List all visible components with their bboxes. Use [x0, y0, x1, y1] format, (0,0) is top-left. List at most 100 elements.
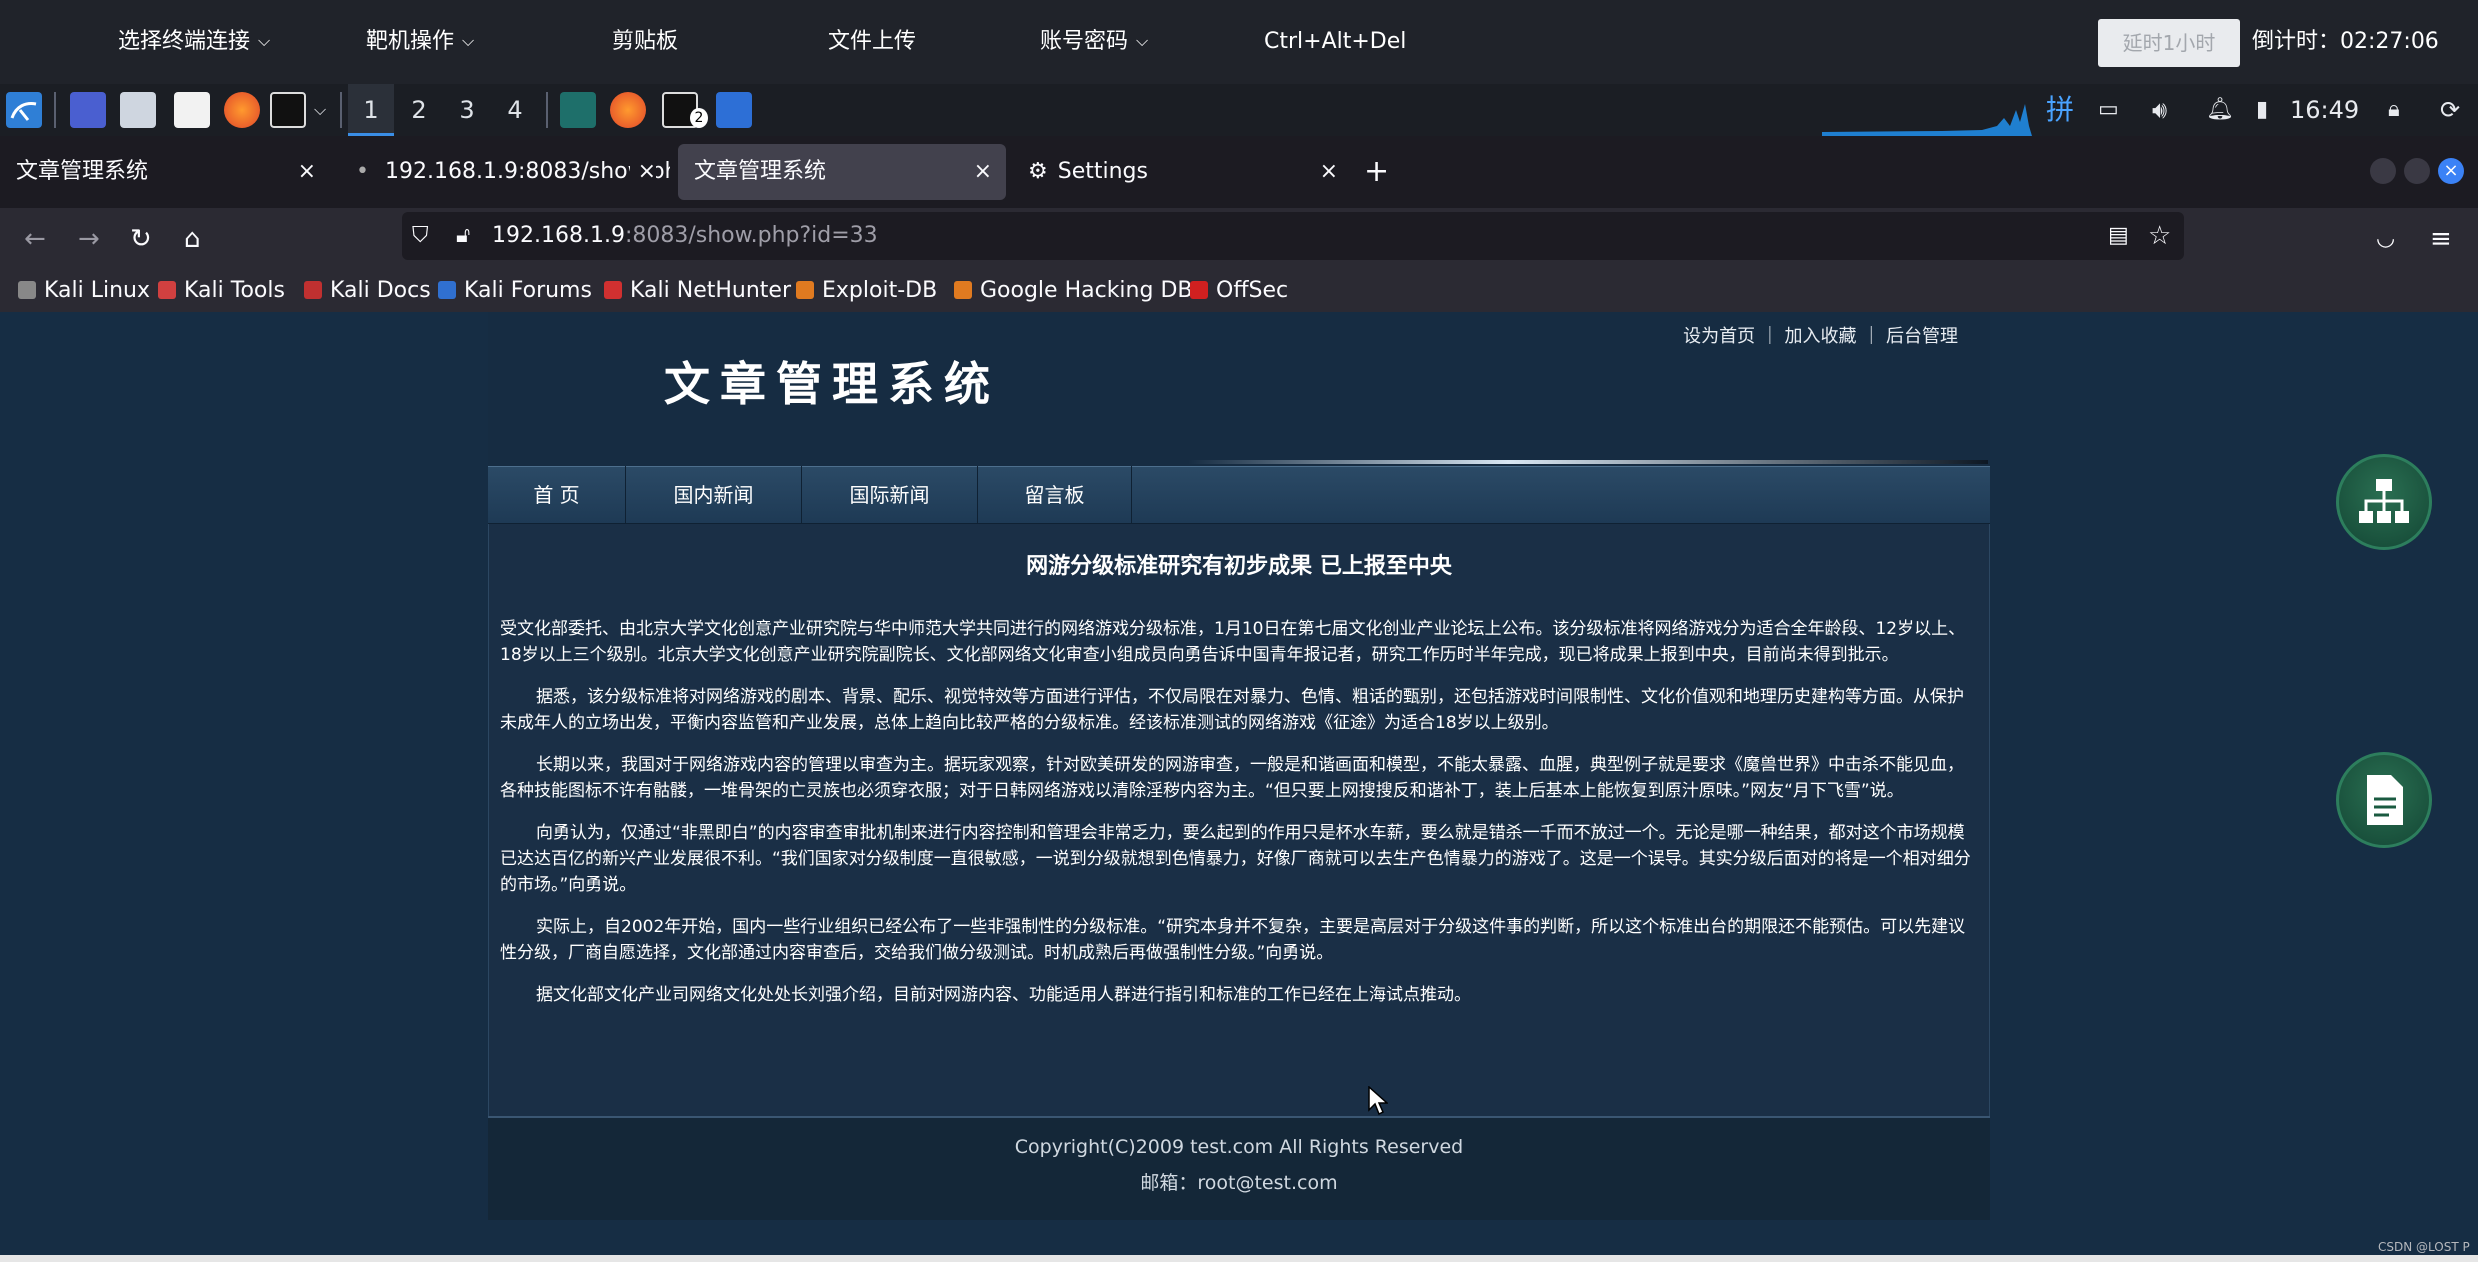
workspace-4[interactable]: 4 — [492, 84, 538, 136]
document-icon — [2367, 775, 2403, 825]
article-paragraph: 受文化部委托、由北京大学文化创意产业研究院与华中师范大学共同进行的网络游戏分级标… — [500, 619, 1966, 665]
article-paragraph: 向勇认为，仅通过“非黑即白”的内容审查审批机制来进行内容控制和管理会非常乏力，要… — [500, 823, 1971, 895]
chevron-down-icon: ⌵ — [462, 31, 475, 50]
bookmark-kali-docs[interactable]: Kali Docs — [304, 270, 431, 312]
bookmark-kali-forums[interactable]: Kali Forums — [438, 270, 592, 312]
bookmark-star-icon[interactable]: ☆ — [2148, 212, 2171, 260]
kali-menu-icon[interactable] — [6, 92, 42, 128]
volume-icon[interactable]: 🔊︎ — [2152, 84, 2167, 136]
kali-forums-icon — [438, 281, 456, 299]
document-button[interactable] — [2336, 752, 2432, 848]
bookmark-label: Google Hacking DB — [980, 278, 1193, 303]
battery-icon: ▮ — [2256, 97, 2269, 122]
terminal-icon[interactable] — [270, 92, 306, 128]
bookmark-label: Exploit-DB — [822, 278, 938, 303]
article-paragraph: 长期以来，我国对于网络游戏内容的管理以审查为主。据玩家观察，针对欧美研发的网游审… — [500, 755, 1964, 801]
chevron-down-icon: ⌵ — [258, 31, 271, 50]
display-icon[interactable]: ▭ — [2098, 84, 2119, 136]
menu-domestic-news[interactable]: 国内新闻 — [626, 466, 802, 524]
chevron-down-icon[interactable]: ⌵ — [314, 84, 326, 136]
bookmark-label: Kali Forums — [464, 278, 592, 303]
home-icon[interactable]: ⌂ — [184, 208, 201, 270]
tab-show-php[interactable]: • 192.168.1.9:8083/show.php × — [340, 144, 670, 200]
bookmark-kali-tools[interactable]: Kali Tools — [158, 270, 285, 312]
tab-article-system-active[interactable]: 文章管理系统 × — [678, 144, 1006, 200]
clipboard-button[interactable]: 剪贴板 — [612, 0, 678, 84]
tab-title: 文章管理系统 — [694, 159, 827, 184]
workspace-2[interactable]: 2 — [396, 84, 442, 136]
firefox-window-icon[interactable] — [610, 92, 646, 128]
site-footer: Copyright(C)2009 test.com All Rights Res… — [488, 1116, 1990, 1220]
forward-arrow-icon[interactable]: → — [78, 208, 100, 270]
article-paragraph: 据文化部文化产业司网络文化处处长刘强介绍，目前对网游内容、功能适用人群进行指引和… — [536, 985, 1471, 1005]
bookmark-kali-linux[interactable]: Kali Linux — [18, 270, 150, 312]
window-close-button[interactable]: × — [2438, 158, 2464, 184]
tab-article-system-1[interactable]: 文章管理系统 × — [0, 144, 330, 200]
url-bar[interactable]: 192.168.1.9:8083/show.php?id=33 — [402, 212, 2184, 260]
text-editor-icon[interactable] — [174, 92, 210, 128]
target-ops-menu[interactable]: 靶机操作 ⌵ — [366, 0, 474, 84]
reader-view-icon[interactable]: ▤ — [2108, 212, 2129, 260]
file-upload-button[interactable]: 文件上传 — [828, 0, 916, 84]
footer-copyright: Copyright(C)2009 test.com All Rights Res… — [1014, 1136, 1464, 1158]
power-icon[interactable]: ⟳ — [2440, 84, 2460, 136]
top-links[interactable]: 设为首页 ｜ 加入收藏 ｜ 后台管理 — [1683, 322, 1958, 348]
bookmark-kali-nethunter[interactable]: Kali NetHunter — [604, 270, 791, 312]
footer-email: 邮箱：root@test.com — [1140, 1172, 1338, 1194]
taskbar-separator — [340, 92, 342, 128]
lock-insecure-icon[interactable]: 🔓︎ — [456, 212, 470, 260]
app-icon[interactable] — [560, 92, 596, 128]
ctrl-alt-del-button[interactable]: Ctrl+Alt+Del — [1264, 0, 1406, 84]
bookmark-offsec[interactable]: OffSec — [1190, 270, 1288, 312]
pocket-icon[interactable]: ◡ — [2376, 208, 2395, 270]
article-title: 网游分级标准研究有初步成果 已上报至中央 — [1026, 554, 1452, 579]
close-icon[interactable]: × — [1320, 144, 1338, 200]
file-manager-icon[interactable] — [120, 92, 156, 128]
bookmark-label: Kali Docs — [330, 278, 431, 303]
extend-time-button[interactable]: 延时1小时 — [2098, 19, 2240, 67]
screenshot-icon[interactable] — [716, 92, 752, 128]
watermark: CSDN @LOST P — [2378, 1240, 2470, 1254]
notification-bell-icon[interactable]: 🔔︎ — [2206, 84, 2234, 136]
menu-guestbook[interactable]: 留言板 — [978, 466, 1132, 524]
lock-icon[interactable]: 🔒︎ — [2388, 84, 2400, 136]
tab-settings[interactable]: ⚙ Settings × — [1012, 144, 1352, 200]
firefox-icon[interactable] — [224, 92, 260, 128]
new-tab-button[interactable]: + — [1364, 136, 1389, 208]
dot-icon: • — [356, 159, 369, 184]
bookmark-label: OffSec — [1216, 278, 1289, 303]
shield-icon[interactable]: ⛉ — [412, 212, 429, 260]
workspace-3[interactable]: 3 — [444, 84, 490, 136]
gear-icon: ⚙ — [1028, 159, 1048, 184]
nethunter-icon — [604, 281, 622, 299]
close-icon[interactable]: × — [629, 144, 656, 200]
article-paragraph: 实际上，自2002年开始，国内一些行业组织已经公布了一些非强制性的分级标准。“研… — [500, 917, 1966, 963]
window-count-badge: 2 — [690, 108, 708, 128]
minimize-button[interactable] — [2370, 158, 2396, 184]
back-arrow-icon[interactable]: ← — [24, 208, 46, 270]
url-path: :8083/show.php?id=33 — [624, 223, 878, 248]
select-terminal-menu[interactable]: 选择终端连接 ⌵ — [118, 0, 270, 84]
workspace-1[interactable]: 1 — [348, 84, 394, 136]
clock: 16:49 — [2290, 96, 2360, 124]
site-logo: 文章管理系统 — [664, 357, 1000, 411]
show-desktop-icon[interactable] — [70, 92, 106, 128]
cpu-graph-icon — [1822, 104, 2032, 136]
menu-international-news[interactable]: 国际新闻 — [802, 466, 978, 524]
status-strip — [0, 1255, 2478, 1262]
maximize-button[interactable] — [2404, 158, 2430, 184]
close-icon[interactable]: × — [974, 144, 992, 200]
close-icon[interactable]: × — [298, 144, 316, 200]
exploit-db-icon — [796, 281, 814, 299]
menu-label: 账号密码 — [1040, 29, 1129, 54]
reload-icon[interactable]: ↻ — [130, 208, 152, 270]
ghdb-icon — [954, 281, 972, 299]
bookmark-exploit-db[interactable]: Exploit-DB — [796, 270, 937, 312]
account-password-menu[interactable]: 账号密码 ⌵ — [1040, 0, 1148, 84]
menu-icon[interactable]: ≡ — [2430, 208, 2452, 270]
remote-control-bar: 选择终端连接 ⌵ 靶机操作 ⌵ 剪贴板 文件上传 账号密码 ⌵ Ctrl+Alt+De… — [0, 0, 2478, 84]
network-topology-button[interactable] — [2336, 454, 2432, 550]
input-method-icon[interactable]: 拼 — [2046, 84, 2074, 136]
bookmark-google-hacking-db[interactable]: Google Hacking DB — [954, 270, 1192, 312]
menu-home[interactable]: 首 页 — [488, 466, 626, 524]
